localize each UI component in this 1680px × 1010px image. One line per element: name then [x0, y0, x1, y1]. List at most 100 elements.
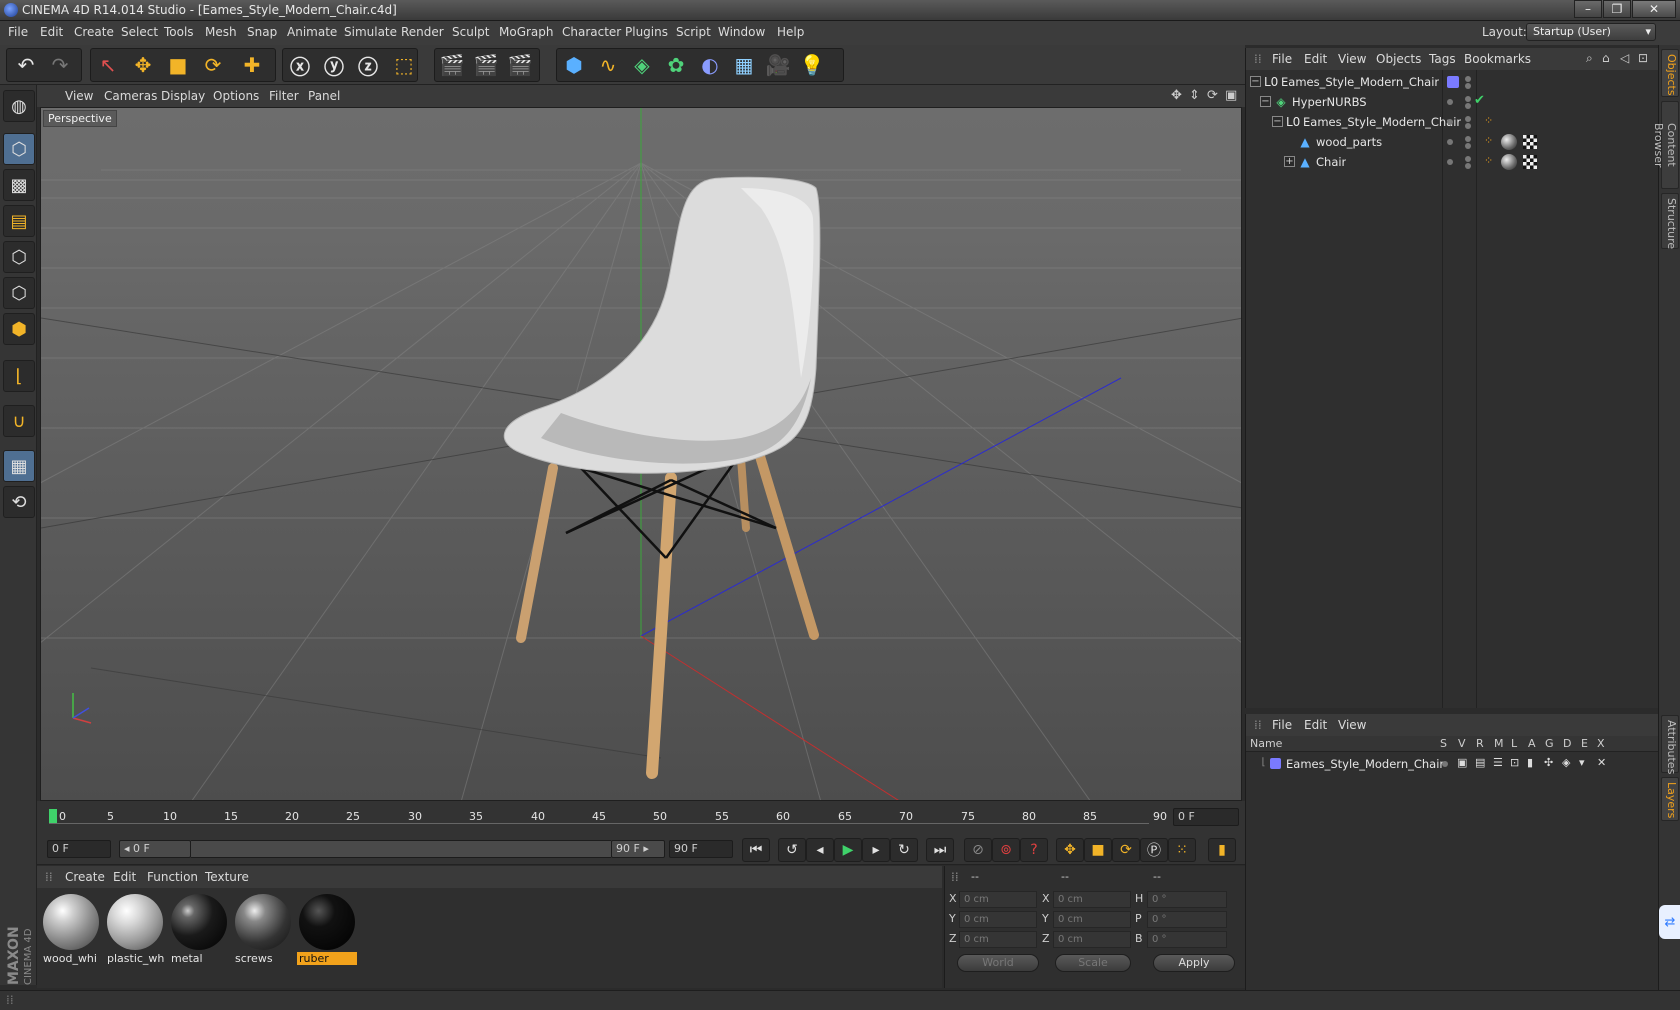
- make-editable-icon[interactable]: ◍: [3, 90, 35, 122]
- menu-mesh[interactable]: Mesh: [205, 25, 237, 39]
- collapse-icon[interactable]: ◁: [1620, 51, 1629, 65]
- om-row-chair[interactable]: + ▲ Chair ⁘: [1246, 152, 1659, 172]
- axis-mode-icon[interactable]: ⌊: [3, 360, 35, 392]
- editor-visibility-dot[interactable]: [1465, 136, 1471, 142]
- om-row-wood-parts[interactable]: ▲ wood_parts ⁘: [1246, 132, 1659, 152]
- lm-menu-view[interactable]: View: [1338, 718, 1366, 732]
- minimize-button[interactable]: –: [1574, 0, 1602, 18]
- scale-icon[interactable]: ■: [162, 49, 194, 81]
- material-menu-create[interactable]: Create: [65, 870, 105, 884]
- apply-button[interactable]: Apply: [1153, 954, 1235, 972]
- layer-manager-icon[interactable]: ☰: [1493, 756, 1503, 769]
- new-window-icon[interactable]: ⊡: [1638, 51, 1648, 65]
- live-selection-icon[interactable]: ↖: [92, 49, 124, 81]
- tab-content-browser[interactable]: Content Browser: [1652, 101, 1679, 189]
- uvw-tag-icon[interactable]: [1523, 135, 1537, 149]
- search-icon[interactable]: ⌕: [1586, 51, 1593, 66]
- workplane-lock-icon[interactable]: ▦: [3, 450, 35, 482]
- menu-edit[interactable]: Edit: [40, 25, 63, 39]
- position-z-field[interactable]: 0 cm: [959, 931, 1037, 948]
- end-frame-field[interactable]: 90 F: [669, 840, 733, 858]
- menu-plugins[interactable]: Plugins: [625, 25, 668, 39]
- remote-support-icon[interactable]: ⇄: [1659, 905, 1680, 939]
- layer-xref-icon[interactable]: ✕: [1597, 756, 1606, 769]
- keyframe-selection-icon[interactable]: ⊘: [964, 838, 992, 862]
- chair-model[interactable]: [503, 176, 821, 779]
- camera-icon[interactable]: 🎥: [762, 49, 794, 81]
- go-to-start-icon[interactable]: ⏮: [742, 838, 770, 862]
- key-parameter-icon[interactable]: Ⓟ: [1140, 838, 1168, 862]
- texture-mode-icon[interactable]: ▩: [3, 169, 35, 201]
- range-end[interactable]: 90 F ▸: [611, 840, 665, 858]
- tree-collapse-icon[interactable]: −: [1260, 96, 1271, 107]
- render-visibility-dot[interactable]: [1465, 143, 1471, 149]
- range-start[interactable]: ◂ 0 F: [119, 840, 191, 858]
- material-swatch[interactable]: wood_whi: [41, 892, 101, 966]
- layer-expression-icon[interactable]: ▾: [1579, 756, 1585, 769]
- om-menu-tags[interactable]: Tags: [1429, 52, 1456, 66]
- viewport-menu-cameras[interactable]: Cameras: [104, 89, 157, 103]
- menu-script[interactable]: Script: [676, 25, 711, 39]
- layer-color-swatch[interactable]: [1270, 758, 1281, 769]
- rotation-b-field[interactable]: 0 °: [1147, 931, 1227, 948]
- column-render[interactable]: R: [1476, 737, 1484, 750]
- render-visibility-dot[interactable]: [1465, 123, 1471, 129]
- column-animation[interactable]: A: [1528, 737, 1536, 750]
- menu-window[interactable]: Window: [718, 25, 765, 39]
- menu-select[interactable]: Select: [121, 25, 158, 39]
- material-swatch[interactable]: screws: [233, 892, 293, 966]
- redo-icon[interactable]: ↷: [44, 49, 76, 81]
- tab-structure[interactable]: Structure: [1661, 193, 1679, 249]
- menu-snap[interactable]: Snap: [247, 25, 277, 39]
- render-visibility-dot[interactable]: [1465, 103, 1471, 109]
- range-slider[interactable]: [191, 840, 611, 858]
- planar-workplane-icon[interactable]: ⟲: [3, 486, 35, 518]
- tree-collapse-icon[interactable]: −: [1272, 116, 1283, 127]
- om-row-group[interactable]: − L0 Eames_Style_Modern_Chair ⁘: [1246, 112, 1659, 132]
- key-pla-icon[interactable]: ⁙: [1168, 838, 1196, 862]
- editor-visibility-dot[interactable]: [1465, 116, 1471, 122]
- render-view-icon[interactable]: 🎬: [436, 49, 468, 81]
- om-row-hypernurbs[interactable]: − ◈ HyperNURBS ✔: [1246, 92, 1659, 112]
- step-back-icon[interactable]: ◂: [806, 838, 834, 862]
- column-locked[interactable]: L: [1511, 737, 1517, 750]
- floor-icon[interactable]: ▦: [728, 49, 760, 81]
- menu-help[interactable]: Help: [777, 25, 804, 39]
- z-axis-icon[interactable]: ⓩ: [352, 49, 384, 81]
- layout-select[interactable]: Startup (User) ▾: [1526, 23, 1656, 41]
- om-menu-view[interactable]: View: [1338, 52, 1366, 66]
- viewport-zoom-icon[interactable]: ⇕: [1189, 88, 1200, 103]
- layer-view-eye-icon[interactable]: ▣: [1457, 756, 1467, 769]
- phong-tag-icon[interactable]: ⁘: [1484, 154, 1493, 167]
- workplane-icon[interactable]: ▤: [3, 205, 35, 237]
- previous-key-icon[interactable]: ↺: [778, 838, 806, 862]
- layer-animation-icon[interactable]: ▮: [1527, 756, 1533, 769]
- record-icon[interactable]: ⊚: [992, 838, 1020, 862]
- step-forward-icon[interactable]: ▸: [862, 838, 890, 862]
- light-icon[interactable]: 💡: [796, 49, 828, 81]
- y-axis-icon[interactable]: ⓨ: [318, 49, 350, 81]
- phong-tag-icon[interactable]: ⁘: [1484, 134, 1493, 147]
- material-menu-texture[interactable]: Texture: [205, 870, 249, 884]
- enabled-check-icon[interactable]: ✔: [1474, 93, 1485, 108]
- viewport-menu-filter[interactable]: Filter: [269, 89, 299, 103]
- column-view[interactable]: V: [1458, 737, 1466, 750]
- timeline-window-icon[interactable]: ▮: [1208, 838, 1236, 862]
- menu-sculpt[interactable]: Sculpt: [452, 25, 489, 39]
- rotation-h-field[interactable]: 0 °: [1147, 891, 1227, 908]
- position-x-field[interactable]: 0 cm: [959, 891, 1037, 908]
- editor-visibility-dot[interactable]: [1465, 96, 1471, 102]
- tree-expand-icon[interactable]: +: [1284, 156, 1295, 167]
- om-menu-objects[interactable]: Objects: [1376, 52, 1421, 66]
- column-name[interactable]: Name: [1250, 737, 1282, 750]
- menu-animate[interactable]: Animate: [287, 25, 337, 39]
- viewport-menu-panel[interactable]: Panel: [308, 89, 340, 103]
- points-mode-icon[interactable]: ⬡: [3, 241, 35, 273]
- position-y-field[interactable]: 0 cm: [959, 911, 1037, 928]
- material-swatch[interactable]: plastic_whi: [105, 892, 165, 966]
- cube-icon[interactable]: ⬢: [558, 49, 590, 81]
- auto-key-icon[interactable]: ?: [1020, 838, 1048, 862]
- layer-color-swatch[interactable]: [1447, 76, 1459, 88]
- editor-visibility-dot[interactable]: [1465, 76, 1471, 82]
- viewport-menu-view[interactable]: View: [65, 89, 93, 103]
